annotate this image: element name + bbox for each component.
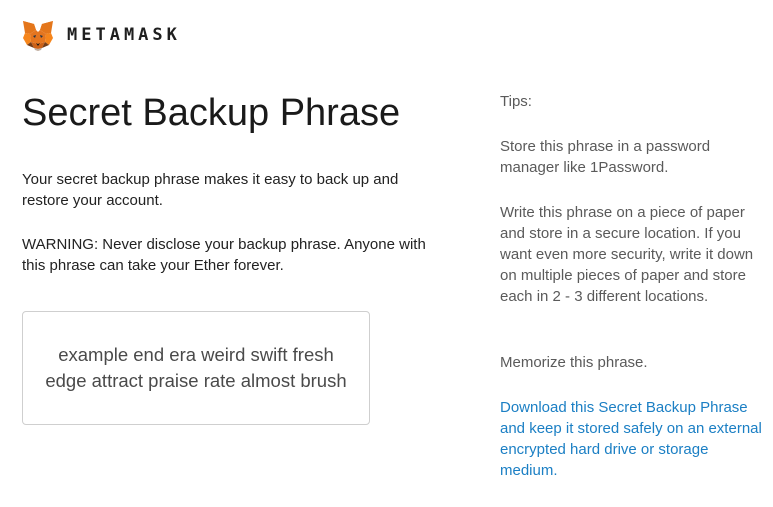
description-text: Your secret backup phrase makes it easy … [22,171,399,209]
metamask-fox-icon [23,21,53,51]
page: METAMASK Secret Backup Phrase Your secre… [0,0,773,507]
warning-text: WARNING: Never disclose your backup phra… [22,236,426,274]
tip-paper-backup: Write this phrase on a piece of paper an… [500,204,754,305]
brand-name: METAMASK [67,25,181,45]
tip-password-manager: Store this phrase in a password manager … [500,138,711,176]
tips-heading: Tips: [500,93,532,110]
download-phrase-link[interactable]: Download this Secret Backup Phrase and k… [500,397,768,481]
page-title: Secret Backup Phrase [22,92,401,134]
header: METAMASK [21,18,181,52]
secret-phrase-box: example end era weird swift fresh edge a… [22,311,370,425]
secret-phrase-text: example end era weird swift fresh edge a… [45,344,347,391]
tip-memorize: Memorize this phrase. [500,354,648,371]
